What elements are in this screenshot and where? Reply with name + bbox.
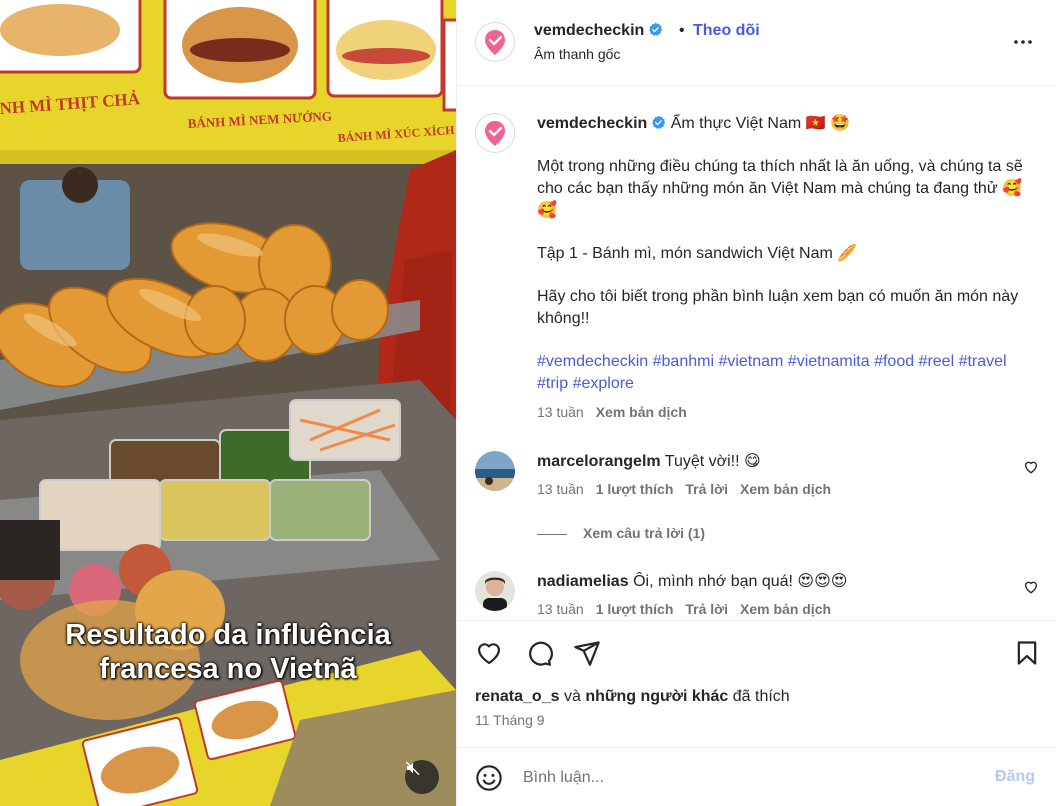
comment-icon[interactable] (525, 639, 553, 667)
comment-meta: 13 tuần 1 lượt thích Trả lời Xem bản dịch (537, 601, 831, 617)
add-comment-bar: Đăng (457, 747, 1056, 806)
commenter-avatar[interactable] (475, 451, 515, 491)
comment-item: nadiamelias Ôi, mình nhớ bạn quá! 😍😍😍 13… (457, 571, 1056, 619)
original-audio-link[interactable]: Âm thanh gốc (534, 46, 620, 62)
caption-hashtags[interactable]: #vemdecheckin #banhmi #vietnam #vietnami… (537, 351, 1037, 395)
comments-scroll-area[interactable]: vemdecheckin Ẩm thực Việt Nam 🇻🇳 🤩 Một t… (457, 87, 1056, 619)
beach-photo-avatar (475, 451, 515, 491)
view-replies-label[interactable]: Xem câu trả lời (1) (583, 525, 705, 541)
location-pin-logo (476, 114, 514, 152)
commenter-avatar[interactable] (475, 571, 515, 611)
reel-video[interactable]: NH MÌ THỊT CHẢ BÁNH MÌ NEM NƯỚNG BÁNH MÌ… (0, 0, 456, 806)
post-comment-button[interactable]: Đăng (995, 768, 1035, 786)
person-photo-avatar (475, 571, 515, 611)
liked-by-others-link[interactable]: những người khác (585, 688, 728, 705)
caption-time[interactable]: 13 tuần (537, 404, 584, 420)
volume-muted-icon (405, 761, 420, 776)
share-icon[interactable] (573, 639, 601, 667)
caption-paragraph-2: Tập 1 - Bánh mì, món sandwich Việt Nam 🥖 (537, 245, 858, 262)
reply-button[interactable]: Trả lời (685, 601, 728, 617)
comment-username[interactable]: marcelorangelm (537, 453, 661, 470)
post-date[interactable]: 11 Tháng 9 (475, 712, 545, 728)
like-comment-heart-icon[interactable] (1023, 459, 1039, 475)
comment-meta: 13 tuần 1 lượt thích Trả lời Xem bản dịch (537, 481, 831, 497)
author-avatar[interactable] (475, 22, 515, 62)
author-username-text[interactable]: vemdecheckin (534, 22, 644, 39)
author-username[interactable]: vemdecheckin (534, 22, 663, 40)
comment-translate-link[interactable]: Xem bản dịch (740, 481, 831, 497)
reply-button[interactable]: Trả lời (685, 481, 728, 497)
instagram-post-modal: NH MÌ THỊT CHẢ BÁNH MÌ NEM NƯỚNG BÁNH MÌ… (0, 0, 1056, 806)
caption-translate-link[interactable]: Xem bản dịch (596, 404, 687, 420)
liked-by-and: và (563, 688, 581, 705)
heart-icon[interactable] (475, 639, 503, 667)
replies-divider-line (537, 533, 567, 535)
liked-by-username[interactable]: renata_o_s (475, 688, 560, 705)
comment-input[interactable] (523, 758, 983, 798)
video-caption-line-1: Resultado da influência (65, 619, 391, 651)
location-pin-logo (476, 23, 514, 61)
follow-button[interactable]: Theo dõi (693, 22, 760, 40)
view-replies-button[interactable]: Xem câu trả lời (1) (537, 525, 705, 541)
comment-text-line: nadiamelias Ôi, mình nhớ bạn quá! 😍😍😍 (537, 571, 847, 593)
caption-paragraph-3: Hãy cho tôi biết trong phần bình luận xe… (537, 288, 1019, 327)
post-caption: vemdecheckin Ẩm thực Việt Nam 🇻🇳 🤩 Một t… (537, 113, 1037, 423)
more-horizontal-icon[interactable] (1011, 30, 1035, 54)
caption-paragraph-1: Một trong những điều chúng ta thích nhất… (537, 158, 1023, 219)
comment-item: marcelorangelm Tuyệt vời!! 😋 13 tuần 1 lư… (457, 451, 1056, 521)
caption-author-avatar[interactable] (475, 113, 515, 153)
caption-meta: 13 tuần Xem bản dịch (537, 401, 1037, 423)
liked-by-suffix: đã thích (732, 688, 790, 705)
comment-text-line: marcelorangelm Tuyệt vời!! 😋 (537, 451, 761, 473)
post-header: vemdecheckin • Theo dõi Âm thanh gốc (457, 0, 1056, 86)
comment-text: Tuyệt vời!! 😋 (664, 453, 761, 470)
comment-translate-link[interactable]: Xem bản dịch (740, 601, 831, 617)
emoji-icon[interactable] (475, 764, 503, 792)
comment-time[interactable]: 13 tuần (537, 481, 584, 497)
comment-time[interactable]: 13 tuần (537, 601, 584, 617)
comment-username[interactable]: nadiamelias (537, 573, 629, 590)
caption-title: Ẩm thực Việt Nam 🇻🇳 🤩 (670, 115, 850, 132)
comment-likes[interactable]: 1 lượt thích (596, 481, 674, 497)
bookmark-icon[interactable] (1013, 639, 1041, 667)
comment-text: Ôi, mình nhớ bạn quá! 😍😍😍 (633, 573, 848, 590)
post-details-panel: vemdecheckin • Theo dõi Âm thanh gốc vem… (456, 0, 1056, 806)
separator-dot: • (679, 22, 685, 39)
caption-username[interactable]: vemdecheckin (537, 115, 647, 132)
liked-by-summary: renata_o_s và những người khác đã thích (475, 688, 790, 706)
comment-likes[interactable]: 1 lượt thích (596, 601, 674, 617)
verified-badge-icon (652, 115, 666, 129)
video-caption-line-2: francesa no Vietnã (99, 653, 357, 685)
mute-button[interactable] (405, 760, 439, 794)
verified-badge-icon (649, 22, 663, 36)
like-comment-heart-icon[interactable] (1023, 579, 1039, 595)
